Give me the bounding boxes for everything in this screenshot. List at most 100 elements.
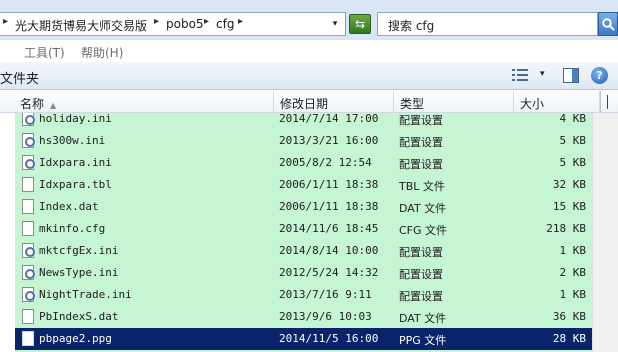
column-name-label: 名称 bbox=[20, 97, 45, 111]
file-size: 36 KB bbox=[552, 310, 586, 323]
file-size: 15 KB bbox=[552, 200, 586, 213]
file-name: Idxpara.ini bbox=[39, 156, 112, 169]
address-bar[interactable]: ▸ 光大期货博易大师交易版 ▸ pobo5 ▸ cfg ▸ ▾ bbox=[0, 12, 346, 36]
breadcrumb-item-cfg[interactable]: cfg bbox=[216, 17, 234, 31]
column-header: 名称 ▲ 修改日期 类型 大小 bbox=[0, 91, 618, 113]
file-size: 28 KB bbox=[552, 332, 586, 345]
file-list[interactable]: holiday.ini 2014/7/14 17:00 配置设置 4 KB hs300w… bbox=[15, 113, 592, 352]
file-row[interactable]: mktcfgEx.ini 2014/8/14 10:00 配置设置 1 KB bbox=[15, 240, 592, 262]
new-folder-button[interactable]: 文件夹 bbox=[0, 68, 39, 87]
file-row[interactable]: PbIndexS.dat 2013/9/6 10:03 DAT 文件 36 KB bbox=[15, 306, 592, 328]
vertical-scrollbar[interactable] bbox=[592, 113, 618, 352]
file-row[interactable]: NightTrade.ini 2013/7/16 9:11 配置设置 1 KB bbox=[15, 284, 592, 306]
file-date: 2012/5/24 14:32 bbox=[279, 266, 379, 279]
file-type: 配置设置 bbox=[399, 246, 443, 259]
file-size: 5 KB bbox=[559, 156, 587, 169]
column-date-label: 修改日期 bbox=[280, 97, 329, 111]
help-icon[interactable]: ? bbox=[591, 67, 608, 84]
file-row[interactable]: Index.dat 2006/1/11 18:38 DAT 文件 15 KB bbox=[15, 196, 592, 218]
file-row[interactable]: mkinfo.cfg 2014/11/6 18:45 CFG 文件 218 KB bbox=[15, 218, 592, 240]
refresh-icon: ⇆ bbox=[354, 17, 366, 31]
breadcrumb-separator[interactable]: ▸ bbox=[238, 16, 243, 27]
file-icon bbox=[22, 199, 34, 214]
refresh-button[interactable]: ⇆ bbox=[349, 14, 371, 34]
config-file-icon bbox=[22, 287, 35, 302]
file-icon bbox=[22, 221, 34, 236]
file-size: 32 KB bbox=[552, 178, 586, 191]
file-row[interactable]: hs300w.ini 2013/3/21 16:00 配置设置 5 KB bbox=[15, 130, 592, 152]
breadcrumb-item-guangda[interactable]: 光大期货博易大师交易版 bbox=[15, 17, 147, 34]
column-date[interactable]: 修改日期 bbox=[274, 91, 394, 113]
toolbar: 文件夹 ▾ ? bbox=[0, 62, 618, 90]
preview-pane-icon[interactable] bbox=[563, 68, 579, 83]
file-type: 配置设置 bbox=[399, 268, 443, 281]
search-icon bbox=[602, 18, 615, 31]
breadcrumb-item-pobo5[interactable]: pobo5 bbox=[166, 17, 204, 31]
file-size: 5 KB bbox=[559, 134, 587, 147]
breadcrumb-separator[interactable]: ▸ bbox=[3, 16, 8, 27]
breadcrumb-separator[interactable]: ▸ bbox=[204, 16, 209, 27]
file-size: 1 KB bbox=[559, 288, 587, 301]
search-input[interactable]: 搜索 cfg bbox=[377, 12, 598, 36]
file-date: 2013/9/6 10:03 bbox=[279, 310, 372, 323]
menu-tools[interactable]: 工具(T) bbox=[24, 44, 65, 61]
file-row[interactable]: holiday.ini 2014/7/14 17:00 配置设置 4 KB bbox=[15, 113, 592, 130]
file-type: 配置设置 bbox=[399, 114, 443, 127]
file-type: DAT 文件 bbox=[399, 202, 447, 215]
file-name: pbpage2.ppg bbox=[39, 332, 112, 345]
file-date: 2013/3/21 16:00 bbox=[279, 134, 379, 147]
config-file-icon bbox=[22, 113, 35, 126]
file-name: mktcfgEx.ini bbox=[39, 244, 119, 257]
file-date: 2013/7/16 9:11 bbox=[279, 288, 372, 301]
file-type: 配置设置 bbox=[399, 290, 443, 303]
sort-ascending-icon: ▲ bbox=[50, 101, 57, 110]
address-dropdown-button[interactable]: ▾ bbox=[326, 13, 344, 35]
config-file-icon bbox=[22, 133, 35, 148]
column-type[interactable]: 类型 bbox=[394, 91, 514, 113]
file-date: 2014/11/6 18:45 bbox=[279, 222, 379, 235]
file-type: 配置设置 bbox=[399, 136, 443, 149]
file-row[interactable]: pbpage2.ppg 2014/11/5 16:00 PPG 文件 28 KB bbox=[15, 328, 592, 350]
file-type: 配置设置 bbox=[399, 158, 443, 171]
file-name: Idxpara.tbl bbox=[39, 178, 112, 191]
file-row[interactable]: Idxpara.tbl 2006/1/11 18:38 TBL 文件 32 KB bbox=[15, 174, 592, 196]
file-name: Index.dat bbox=[39, 200, 99, 213]
address-bar-row: ▸ 光大期货博易大师交易版 ▸ pobo5 ▸ cfg ▸ ▾ ⇆ 搜索 cfg bbox=[0, 0, 618, 40]
config-file-icon bbox=[22, 243, 35, 258]
file-type: TBL 文件 bbox=[399, 180, 445, 193]
file-size: 2 KB bbox=[559, 266, 587, 279]
column-name[interactable]: 名称 ▲ bbox=[0, 91, 274, 113]
file-type: PPG 文件 bbox=[399, 334, 447, 347]
column-size[interactable]: 大小 bbox=[514, 91, 600, 113]
file-size: 4 KB bbox=[559, 113, 587, 125]
file-name: mkinfo.cfg bbox=[39, 222, 106, 235]
view-options-icon[interactable] bbox=[512, 69, 528, 81]
file-row[interactable]: Idxpara.ini 2005/8/2 12:54 配置设置 5 KB bbox=[15, 152, 592, 174]
file-name: NightTrade.ini bbox=[39, 288, 132, 301]
file-type: DAT 文件 bbox=[399, 312, 447, 325]
file-name: hs300w.ini bbox=[39, 134, 106, 147]
breadcrumb-separator[interactable]: ▸ bbox=[154, 16, 159, 27]
search-button[interactable] bbox=[598, 12, 618, 36]
file-icon bbox=[22, 331, 34, 346]
navigation-pane-edge bbox=[0, 113, 15, 352]
menu-bar: 工具(T) 帮助(H) bbox=[0, 40, 618, 62]
file-name: holiday.ini bbox=[39, 113, 112, 125]
file-date: 2014/11/5 16:00 bbox=[279, 332, 379, 345]
file-date: 2006/1/11 18:38 bbox=[279, 178, 379, 191]
file-size: 218 KB bbox=[546, 222, 586, 235]
file-name: NewsType.ini bbox=[39, 266, 119, 279]
file-date: 2014/8/14 10:00 bbox=[279, 244, 379, 257]
column-resize-handle[interactable] bbox=[600, 91, 618, 113]
file-date: 2014/7/14 17:00 bbox=[279, 113, 379, 125]
file-row[interactable]: NewsType.ini 2012/5/24 14:32 配置设置 2 KB bbox=[15, 262, 592, 284]
menu-help[interactable]: 帮助(H) bbox=[81, 44, 123, 61]
column-type-label: 类型 bbox=[400, 97, 425, 111]
file-icon bbox=[22, 309, 34, 324]
file-size: 1 KB bbox=[559, 244, 587, 257]
file-date: 2006/1/11 18:38 bbox=[279, 200, 379, 213]
view-dropdown-icon[interactable]: ▾ bbox=[540, 69, 545, 79]
file-icon bbox=[22, 177, 34, 192]
file-date: 2005/8/2 12:54 bbox=[279, 156, 372, 169]
file-type: CFG 文件 bbox=[399, 224, 448, 237]
